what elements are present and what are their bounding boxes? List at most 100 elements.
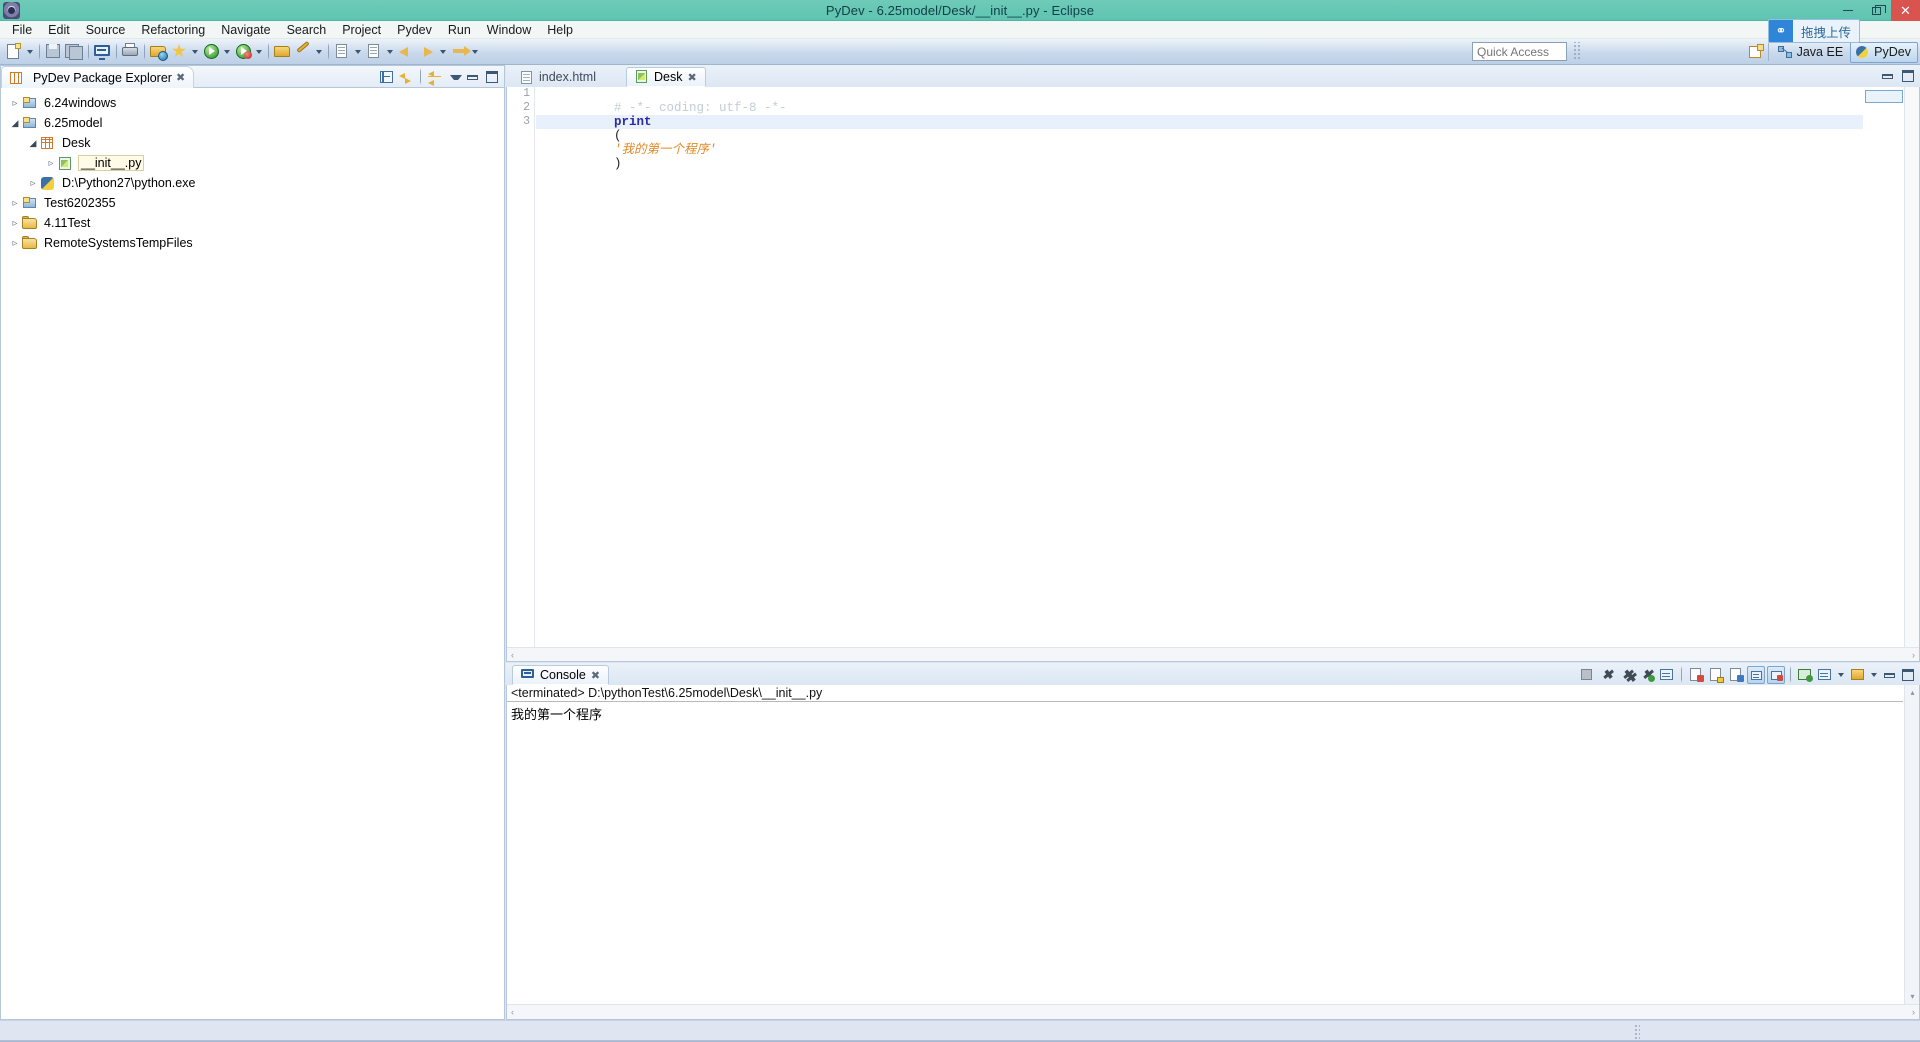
maximize-view-icon[interactable] [484, 69, 500, 85]
remove-launch-icon[interactable]: ✖ [1598, 666, 1616, 684]
drag-upload-badge[interactable]: ⚭ 拖拽上传 [1767, 19, 1860, 43]
list-item[interactable]: RemoteSystemsTempFiles [1, 233, 504, 253]
chevron-down-icon[interactable] [9, 118, 21, 129]
scroll-up-icon[interactable]: ▴ [1905, 685, 1920, 700]
minimize-view-icon[interactable] [1880, 68, 1896, 84]
minimize-view-icon[interactable] [465, 69, 481, 85]
quick-access-input[interactable] [1472, 42, 1567, 61]
minimize-window-button[interactable] [1833, 0, 1862, 21]
editor-body[interactable]: 1 2 3 # -*- coding: utf-8 -*- print ( '我… [506, 87, 1920, 662]
code-text-area[interactable]: # -*- coding: utf-8 -*- print ( '我的第一个程序… [536, 87, 1863, 647]
last-edit-icon[interactable] [450, 42, 471, 61]
open-type-icon[interactable] [365, 42, 384, 61]
maximize-view-icon[interactable] [1900, 667, 1916, 683]
show-console-on-error-icon[interactable] [1767, 665, 1785, 684]
open-console-dropdown-arrow[interactable] [1869, 665, 1878, 684]
maximize-view-icon[interactable] [1900, 68, 1916, 84]
scroll-down-icon[interactable]: ▾ [1905, 989, 1920, 1004]
close-icon[interactable]: ✖ [591, 669, 600, 682]
overview-ruler-marker[interactable] [1865, 90, 1903, 103]
close-icon[interactable]: ✖ [176, 71, 185, 84]
run-external-icon[interactable] [234, 42, 253, 61]
next-annotation-dropdown-arrow[interactable] [353, 42, 362, 61]
print-icon[interactable] [121, 42, 140, 61]
scroll-left-icon[interactable]: ‹ [511, 650, 514, 660]
remove-all-terminated-icon[interactable]: ✖ ✖ [1618, 666, 1636, 684]
view-menu-focus-icon[interactable] [427, 69, 443, 86]
chevron-right-icon[interactable] [45, 158, 57, 169]
display-selected-console-icon[interactable] [1816, 666, 1834, 684]
list-item[interactable]: 4.11Test [1, 213, 504, 233]
next-annotation-icon[interactable] [333, 42, 352, 61]
new-wizard-dropdown-arrow[interactable] [25, 42, 34, 61]
new-wizard-icon[interactable] [5, 42, 24, 61]
list-item[interactable]: 6.25model [1, 113, 504, 133]
perspective-button-java-ee[interactable]: Java EE [1773, 42, 1851, 63]
debug-icon[interactable] [170, 42, 189, 61]
scroll-right-icon[interactable]: › [1912, 1007, 1915, 1017]
list-item[interactable]: Desk [1, 133, 504, 153]
terminate-icon[interactable] [1578, 666, 1596, 684]
restore-window-button[interactable] [1862, 0, 1891, 21]
list-item[interactable]: 6.24windows [1, 93, 504, 113]
save-icon[interactable] [44, 42, 63, 61]
perspective-button-pydev[interactable]: PyDev [1850, 41, 1918, 63]
menu-item-project[interactable]: Project [334, 22, 389, 38]
scroll-right-icon[interactable]: › [1912, 650, 1915, 660]
console-icon[interactable] [93, 42, 112, 61]
debug-dropdown-arrow[interactable] [190, 42, 199, 61]
toolbar-drag-handle[interactable] [1572, 42, 1580, 61]
menu-item-refactoring[interactable]: Refactoring [133, 22, 213, 38]
run-external-dropdown-arrow[interactable] [254, 42, 263, 61]
list-item[interactable]: __init__.py [1, 153, 504, 173]
close-icon[interactable]: ✖ [687, 71, 696, 84]
console-vertical-scrollbar[interactable]: ▴ ▾ [1904, 685, 1919, 1004]
resize-handle-icon[interactable] [1634, 1024, 1640, 1040]
menu-item-pydev[interactable]: Pydev [389, 22, 440, 38]
overview-ruler[interactable] [1904, 87, 1919, 647]
terminate-relaunch-icon[interactable]: ✖ [1638, 666, 1656, 684]
menu-item-file[interactable]: File [4, 22, 40, 38]
menu-item-window[interactable]: Window [479, 22, 539, 38]
close-window-button[interactable]: ✕ [1891, 0, 1920, 21]
search-icon[interactable] [294, 40, 313, 61]
open-browser-icon[interactable] [149, 42, 168, 61]
word-wrap-icon[interactable] [1727, 666, 1745, 684]
chevron-right-icon[interactable] [9, 238, 21, 249]
last-edit-dropdown-arrow[interactable] [470, 42, 479, 61]
collapse-all-icon[interactable] [379, 69, 395, 85]
show-console-on-output-icon[interactable] [1747, 665, 1765, 684]
new-console-view-icon[interactable] [1658, 666, 1676, 684]
menu-item-source[interactable]: Source [78, 22, 134, 38]
scroll-left-icon[interactable]: ‹ [511, 1007, 514, 1017]
pin-console-icon[interactable] [1796, 666, 1814, 684]
menu-item-help[interactable]: Help [539, 22, 581, 38]
console-body[interactable]: <terminated> D:\pythonTest\6.25model\Des… [506, 685, 1920, 1020]
menu-item-edit[interactable]: Edit [40, 22, 78, 38]
menu-item-run[interactable]: Run [440, 22, 479, 38]
display-selected-console-dropdown-arrow[interactable] [1836, 665, 1845, 684]
chevron-right-icon[interactable] [9, 218, 21, 229]
tab-package-explorer[interactable]: PyDev Package Explorer ✖ [1, 66, 195, 88]
forward-dropdown-arrow[interactable] [438, 42, 447, 61]
open-folder-icon[interactable] [273, 42, 292, 61]
project-tree[interactable]: 6.24windows 6.25model Desk __init__.py [1, 89, 504, 1019]
view-menu-icon[interactable] [446, 69, 462, 85]
tab-desk[interactable]: Desk ✖ [626, 67, 706, 87]
tab-console[interactable]: Console ✖ [512, 665, 610, 685]
chevron-right-icon[interactable] [9, 198, 21, 209]
save-all-icon[interactable] [65, 42, 84, 61]
list-item[interactable]: Test6202355 [1, 193, 504, 213]
run-icon[interactable] [202, 42, 221, 61]
menu-item-navigate[interactable]: Navigate [213, 22, 278, 38]
chevron-right-icon[interactable] [9, 98, 21, 109]
run-dropdown-arrow[interactable] [222, 42, 231, 61]
open-perspective-icon[interactable] [1748, 44, 1764, 60]
list-item[interactable]: D:\Python27\python.exe [1, 173, 504, 193]
clear-console-icon[interactable] [1687, 666, 1705, 684]
editor-horizontal-scrollbar[interactable]: ‹ › [507, 647, 1919, 661]
search-dropdown-arrow[interactable] [314, 42, 323, 61]
chevron-down-icon[interactable] [27, 138, 39, 149]
chevron-right-icon[interactable] [27, 178, 39, 189]
back-icon[interactable] [397, 42, 416, 61]
